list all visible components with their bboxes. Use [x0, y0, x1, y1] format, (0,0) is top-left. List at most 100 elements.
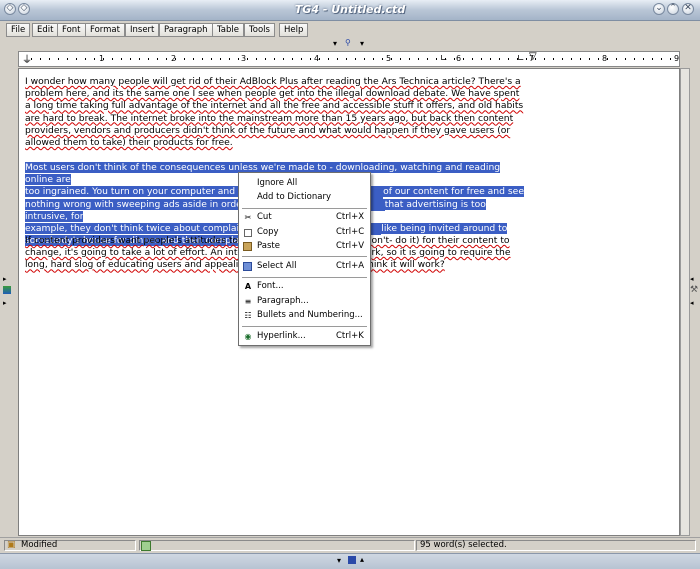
status-modified: Modified — [21, 540, 58, 550]
menu-item-select-all[interactable]: Select All Ctrl+A — [239, 260, 370, 273]
menu-insert[interactable]: Insert — [125, 23, 160, 37]
ruler-tick — [283, 58, 284, 60]
ruler-tick — [445, 58, 446, 60]
ruler-tick — [364, 58, 365, 60]
close-button[interactable]: ✕ — [682, 3, 694, 15]
triangle-right-icon: ▸ — [3, 275, 7, 283]
vertical-scrollbar[interactable] — [680, 68, 690, 536]
menu-item-font[interactable]: A Font... — [239, 280, 370, 293]
selected-line: like being invited around to — [381, 223, 508, 235]
chevron-down-icon[interactable]: ▾ — [337, 556, 341, 565]
ruler-tick — [418, 58, 419, 60]
ruler-tick — [247, 58, 248, 60]
menu-tools[interactable]: Tools — [244, 23, 275, 37]
ruler-number: 3 — [241, 54, 247, 63]
ruler-tick — [256, 58, 257, 60]
right-panel-grip[interactable]: ◂ ⚒ ◂ — [690, 275, 698, 311]
menu-item-copy[interactable]: Copy Ctrl+C — [239, 226, 370, 239]
ruler-tick — [580, 58, 581, 60]
ruler-tick — [652, 58, 653, 60]
ruler-tick — [517, 58, 518, 60]
menu-table[interactable]: Table — [212, 23, 244, 37]
ruler-tick — [301, 58, 302, 60]
paragraph-3-line: If content providers want people's attit… — [25, 235, 255, 246]
ruler-tick — [499, 58, 500, 60]
ruler-tick — [103, 58, 104, 60]
tools-icon: ⚒ — [690, 285, 699, 295]
ruler-tick — [292, 58, 293, 60]
ruler-tick — [436, 58, 437, 60]
ruler[interactable]: ⏚ 1 2 3 4 5 6 7 8 9 ∟ ∟ ▽ — [18, 51, 680, 67]
paragraph-3-line: r don't- do it) for their content to — [358, 235, 510, 246]
menu-help[interactable]: Help — [279, 23, 309, 37]
ruler-tick — [319, 58, 320, 60]
selected-line: too ingrained. You turn on your computer… — [25, 186, 254, 198]
paragraph-icon: ≡ — [244, 297, 252, 306]
ruler-tick — [49, 58, 50, 60]
ruler-tick — [157, 58, 158, 60]
menu-item-paragraph[interactable]: ≡ Paragraph... — [239, 295, 370, 308]
menu-edit[interactable]: Edit — [32, 23, 59, 37]
ruler-tick — [346, 58, 347, 60]
ruler-tick — [310, 58, 311, 60]
menu-separator — [242, 208, 367, 209]
ruler-tick — [76, 58, 77, 60]
panel-icon — [3, 286, 11, 294]
ruler-number: 9 — [674, 54, 680, 63]
menu-paragraph[interactable]: Paragraph — [159, 23, 213, 37]
ruler-tick — [148, 58, 149, 60]
paste-icon — [243, 242, 252, 251]
ruler-tick — [670, 58, 671, 60]
ruler-tick — [526, 58, 527, 60]
selected-line: of our content for free and see — [383, 186, 524, 198]
spellcheck-icon[interactable] — [141, 541, 151, 551]
ruler-tick — [40, 58, 41, 60]
menu-font[interactable]: Font — [57, 23, 86, 37]
menu-item-bullets[interactable]: ☷ Bullets and Numbering... — [239, 309, 370, 322]
status-cell-info — [139, 540, 415, 551]
ruler-tick — [166, 58, 167, 60]
pin-icon[interactable]: ⚲ — [345, 38, 351, 47]
selected-line: nothing wrong with sweeping ads aside in… — [25, 198, 258, 210]
window-title: TG4 - Untitled.ctd — [294, 3, 406, 16]
menu-format[interactable]: Format — [85, 23, 125, 37]
ruler-tick — [31, 58, 32, 60]
chevron-down-icon[interactable]: ▾ — [360, 39, 364, 48]
ruler-tick — [562, 58, 563, 60]
chevron-down-icon[interactable]: ▾ — [333, 39, 337, 48]
ruler-tick — [598, 58, 599, 60]
maximize-button[interactable]: ⌃ — [667, 3, 679, 15]
grip-icon[interactable] — [348, 556, 356, 564]
ruler-tick — [643, 58, 644, 60]
minimize-button[interactable]: ⌄ — [653, 3, 665, 15]
menu-item-hyperlink[interactable]: ◉ Hyperlink... Ctrl+K — [239, 330, 370, 343]
ruler-tick — [121, 58, 122, 60]
ruler-tick — [382, 58, 383, 60]
menu-item-paste[interactable]: Paste Ctrl+V — [239, 240, 370, 253]
tab-stop-marker[interactable]: ∟ — [517, 54, 525, 64]
bottom-frame: ▾ ▴ — [0, 553, 700, 569]
menu-file[interactable]: File — [6, 23, 31, 37]
status-bar: ▣ Modified 95 word(s) selected. — [0, 537, 700, 553]
ruler-tick — [265, 58, 266, 60]
chevron-up-icon[interactable]: ▴ — [360, 555, 364, 564]
ruler-tick — [337, 58, 338, 60]
menu-item-cut[interactable]: ✂ Cut Ctrl+X — [239, 211, 370, 224]
tab-stop-marker[interactable]: ∟ — [440, 54, 448, 64]
right-indent-marker[interactable]: ▽ — [529, 51, 537, 62]
ruler-tick — [391, 58, 392, 60]
ruler-tick — [355, 58, 356, 60]
menu-item-ignore-all[interactable]: Ignore All — [239, 177, 370, 190]
copy-icon — [244, 229, 252, 237]
ruler-tick — [553, 58, 554, 60]
scissors-icon: ✂ — [244, 213, 252, 222]
ruler-tick — [139, 58, 140, 60]
ruler-tick — [202, 58, 203, 60]
ruler-tick — [238, 58, 239, 60]
ruler-tick — [94, 58, 95, 60]
paragraph-3-line: change, it's going to take a lot of effo… — [25, 247, 253, 259]
ruler-tick — [463, 58, 464, 60]
menu-item-add-to-dictionary[interactable]: Add to Dictionary — [239, 191, 370, 204]
left-panel-grip[interactable]: ▸ ▸ — [3, 275, 11, 311]
ruler-tick — [211, 58, 212, 60]
